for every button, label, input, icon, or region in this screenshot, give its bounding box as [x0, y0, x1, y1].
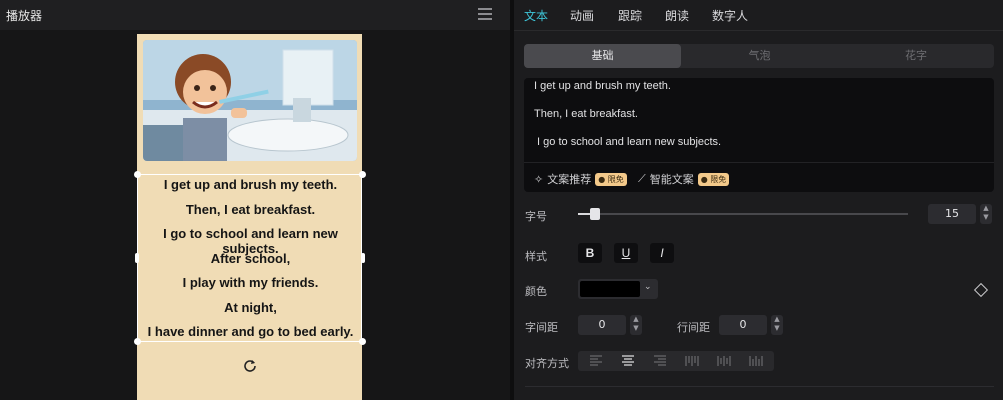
alignment-group — [578, 351, 774, 371]
resize-handle-bottom-left[interactable] — [134, 338, 141, 345]
player-panel: 播放器 I get up and brush my teeth. Then, I… — [0, 0, 510, 400]
style-label: 样式 — [525, 250, 547, 263]
align-center-icon[interactable] — [614, 351, 642, 371]
letter-spacing-stepper[interactable]: ▲ ▼ — [630, 315, 642, 335]
align-right-icon[interactable] — [646, 351, 674, 371]
free-badge: ● 限免 — [595, 172, 627, 186]
rotate-icon[interactable] — [243, 357, 257, 372]
letter-spacing-input[interactable]: 0 — [578, 315, 626, 335]
editor-line-2[interactable]: Then, I eat breakfast. — [534, 108, 638, 120]
menu-icon[interactable] — [478, 6, 492, 20]
card-line-6: At night, — [224, 300, 277, 315]
align-top-icon[interactable] — [678, 351, 706, 371]
card-line-5: I play with my friends. — [182, 275, 319, 290]
color-picker[interactable]: ⌄ — [578, 279, 658, 299]
resize-handle-top-left[interactable] — [134, 171, 141, 178]
player-header: 播放器 — [0, 0, 510, 30]
resize-handle-top-right[interactable] — [359, 171, 366, 178]
smart-copy-button[interactable]: ⟋ 智能文案 ● 限免 — [638, 171, 730, 187]
section-divider — [525, 386, 994, 387]
align-label: 对齐方式 — [525, 357, 569, 370]
resize-handle-bottom-right[interactable] — [359, 338, 366, 345]
tab-text[interactable]: 文本 — [524, 7, 548, 24]
sparkle-icon: ✧ — [534, 172, 544, 186]
editor-line-3[interactable]: I go to school and learn new subjects. — [534, 136, 721, 148]
keyframe-diamond-icon[interactable] — [973, 282, 989, 298]
text-editor[interactable]: I get up and brush my teeth. Then, I eat… — [524, 78, 994, 192]
font-size-input[interactable]: 15 — [928, 204, 976, 224]
font-size-slider[interactable] — [578, 213, 908, 215]
subtitle-text-box[interactable]: I get up and brush my teeth. Then, I eat… — [137, 174, 362, 342]
letter-spacing-label: 字间距 — [525, 321, 558, 334]
magic-wand-icon: ⟋ — [638, 172, 646, 185]
italic-button[interactable]: I — [650, 243, 674, 263]
player-title: 播放器 — [6, 9, 43, 23]
editor-line-1[interactable]: I get up and brush my teeth. — [534, 80, 671, 92]
color-label: 颜色 — [525, 285, 547, 298]
chevron-down-icon: ⌄ — [644, 282, 652, 292]
editor-footer: ✧ 文案推荐 ● 限免 ⟋ 智能文案 ● 限免 — [524, 162, 994, 193]
card-line-4: After school, — [210, 251, 291, 266]
tab-read-aloud[interactable]: 朗读 — [665, 7, 689, 24]
tab-animation[interactable]: 动画 — [570, 7, 594, 24]
segment-basic[interactable]: 基础 — [524, 44, 681, 68]
free-badge-2: ● 限免 — [697, 172, 730, 186]
underline-button[interactable]: U — [614, 243, 638, 263]
font-size-stepper[interactable]: ▲ ▼ — [980, 204, 992, 224]
card-line-1: I get up and brush my teeth. — [163, 177, 338, 192]
align-bottom-icon[interactable] — [742, 351, 770, 371]
segment-bubble[interactable]: 气泡 — [681, 44, 838, 68]
copy-recommend-label: 文案推荐 — [547, 173, 592, 186]
property-tabs: 文本 动画 跟踪 朗读 数字人 — [514, 0, 1003, 31]
align-left-icon[interactable] — [582, 351, 610, 371]
color-swatch — [580, 281, 640, 297]
line-spacing-input[interactable]: 0 — [719, 315, 767, 335]
card-line-7: I have dinner and go to bed early. — [147, 324, 354, 339]
properties-panel: 文本 动画 跟踪 朗读 数字人 基础 气泡 花字 I get up and br… — [514, 0, 1003, 400]
font-size-label: 字号 — [525, 210, 547, 223]
align-middle-icon[interactable] — [710, 351, 738, 371]
tab-tracking[interactable]: 跟踪 — [618, 7, 642, 24]
resize-handle-right[interactable] — [361, 253, 365, 263]
cartoon-boy-brushing-teeth-image — [143, 40, 357, 161]
copy-recommend-button[interactable]: ✧ 文案推荐 ● 限免 — [534, 171, 627, 187]
resize-handle-left[interactable] — [135, 253, 139, 263]
font-size-slider-knob[interactable] — [589, 208, 600, 220]
style-segment: 基础 气泡 花字 — [524, 44, 994, 68]
line-spacing-stepper[interactable]: ▲ ▼ — [771, 315, 783, 335]
card-line-2: Then, I eat breakfast. — [185, 202, 316, 217]
tab-digital-human[interactable]: 数字人 — [712, 7, 748, 24]
smart-copy-label: 智能文案 — [649, 173, 694, 186]
segment-fancy-text[interactable]: 花字 — [838, 44, 994, 68]
line-spacing-label: 行间距 — [677, 321, 710, 334]
bold-button[interactable]: B — [578, 243, 602, 263]
